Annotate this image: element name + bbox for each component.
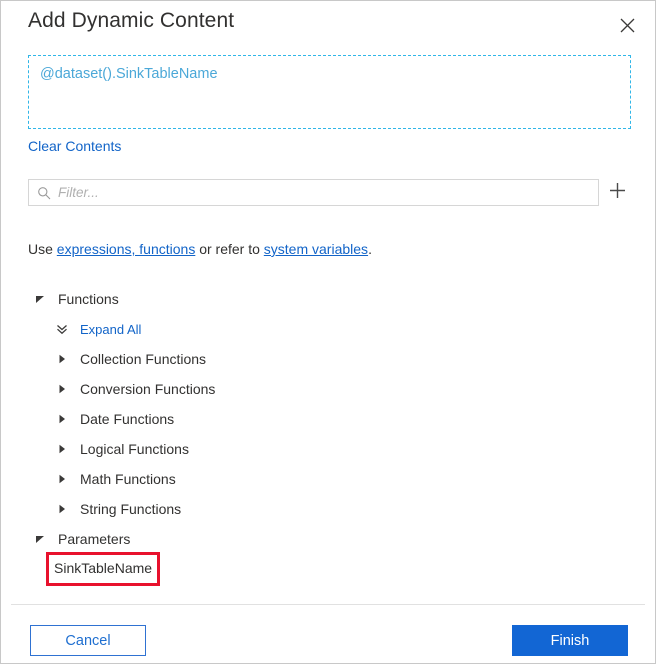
tree-item-math-functions[interactable]: Math Functions [28,464,628,494]
close-icon [620,18,635,33]
finish-button[interactable]: Finish [512,625,628,656]
chevron-right-icon [54,441,70,457]
tree-item-sinktablename[interactable]: SinkTableName [28,552,628,586]
tree-group-parameters[interactable]: Parameters [28,524,628,554]
chevron-right-icon [54,381,70,397]
tree-item-date-functions[interactable]: Date Functions [28,404,628,434]
tree-item-label: Date Functions [80,411,175,427]
system-variables-link[interactable]: system variables [264,241,368,257]
help-suffix: . [368,241,372,257]
tree-group-parameters-label: Parameters [58,531,131,547]
chevron-right-icon [54,501,70,517]
expand-all-label: Expand All [80,321,142,337]
plus-icon [609,182,626,202]
tree-item-collection-functions[interactable]: Collection Functions [28,344,628,374]
close-button[interactable] [611,10,643,40]
search-icon [37,186,51,200]
clear-contents-link[interactable]: Clear Contents [28,138,121,154]
tree-group-functions-label: Functions [58,291,119,307]
help-middle: or refer to [195,241,264,257]
expression-value: @dataset().SinkTableName [40,66,218,82]
double-chevron-down-icon [54,321,70,337]
expressions-functions-link[interactable]: expressions, functions [57,241,196,257]
tree-item-logical-functions[interactable]: Logical Functions [28,434,628,464]
filter-input-container[interactable] [28,179,599,206]
expand-all-row[interactable]: Expand All [28,314,628,344]
triangle-down-icon [32,291,48,307]
search-input[interactable] [58,180,590,205]
dialog-header: Add Dynamic Content [1,1,655,49]
filter-row [28,179,631,207]
add-dynamic-content-dialog: Add Dynamic Content @dataset().SinkTable… [0,0,656,664]
tree-item-label: Math Functions [80,471,176,487]
chevron-right-icon [54,471,70,487]
tree-item-label: SinkTableName [54,560,153,576]
content-tree: Functions Expand All Collection Function… [28,284,628,586]
dialog-footer: Cancel Finish [1,605,655,663]
chevron-right-icon [54,351,70,367]
cancel-button[interactable]: Cancel [30,625,146,656]
add-button[interactable] [603,178,631,206]
chevron-right-icon [54,411,70,427]
tree-item-label: String Functions [80,501,182,517]
tree-group-functions[interactable]: Functions [28,284,628,314]
tree-item-label: Conversion Functions [80,381,216,397]
triangle-down-icon [32,531,48,547]
page-title: Add Dynamic Content [28,9,235,32]
help-text: Use expressions, functions or refer to s… [28,241,372,257]
tree-item-label: Collection Functions [80,351,207,367]
help-prefix: Use [28,241,57,257]
tree-item-label: Logical Functions [80,441,189,457]
tree-item-conversion-functions[interactable]: Conversion Functions [28,374,628,404]
expression-editor[interactable]: @dataset().SinkTableName [28,55,631,129]
tree-item-string-functions[interactable]: String Functions [28,494,628,524]
